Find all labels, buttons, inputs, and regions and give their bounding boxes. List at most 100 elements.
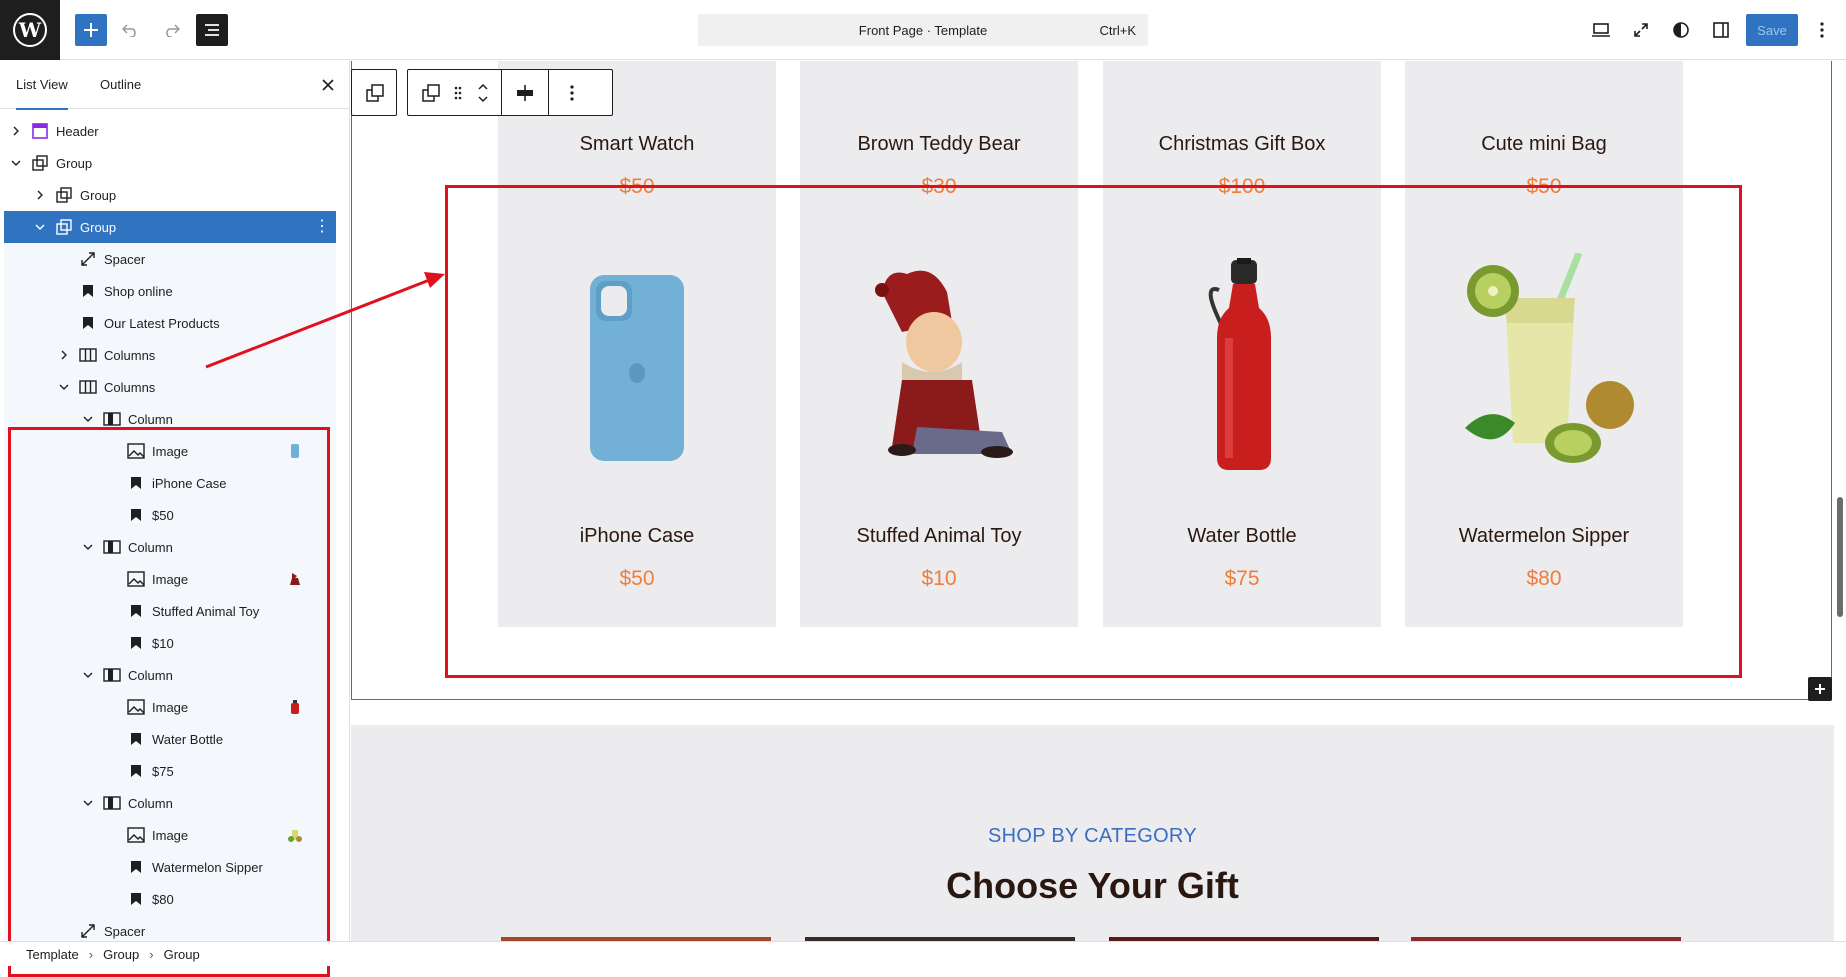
iphone-case-image[interactable] — [588, 273, 686, 463]
chevron-right-icon[interactable] — [8, 123, 24, 139]
command-palette-button[interactable]: Front Page · Template Ctrl+K — [698, 14, 1148, 46]
block-inserter-button[interactable] — [75, 14, 107, 46]
chevron-down-icon[interactable] — [8, 155, 24, 171]
image-icon — [126, 825, 146, 845]
list-item-group-selected[interactable]: Group ⋮ — [4, 211, 336, 243]
plus-icon — [1815, 684, 1825, 694]
list-item-image[interactable]: Image — [4, 435, 336, 467]
append-block-button[interactable] — [1808, 677, 1832, 701]
select-parent-button[interactable] — [352, 70, 398, 116]
undo-icon — [122, 24, 136, 37]
settings-sidebar-button[interactable] — [1705, 14, 1737, 46]
align-button[interactable] — [502, 70, 548, 116]
list-item-columns[interactable]: Columns — [4, 339, 336, 371]
bottle-thumbnail — [288, 699, 302, 715]
chevron-right-icon[interactable] — [32, 187, 48, 203]
list-item-heading[interactable]: Our Latest Products — [4, 307, 336, 339]
breadcrumb-item[interactable]: Group — [164, 947, 200, 962]
drag-handle[interactable] — [448, 70, 468, 116]
product-card[interactable]: Stuffed Animal Toy $10 — [800, 198, 1078, 627]
list-item-image[interactable]: Image — [4, 819, 336, 851]
group-icon — [366, 84, 384, 102]
list-item-column[interactable]: Column — [4, 659, 336, 691]
bookmark-icon — [78, 313, 98, 333]
wordpress-icon: W — [13, 13, 47, 47]
list-item-image[interactable]: Image — [4, 563, 336, 595]
list-item-heading[interactable]: Watermelon Sipper — [4, 851, 336, 883]
stuffed-toy-image[interactable] — [862, 262, 1022, 462]
chevron-down-icon[interactable] — [80, 667, 96, 683]
product-card[interactable]: Watermelon Sipper $80 — [1405, 198, 1683, 627]
tab-outline[interactable]: Outline — [100, 61, 141, 109]
watermelon-sipper-image[interactable] — [1455, 253, 1635, 483]
bookmark-icon — [126, 505, 146, 525]
editor-header: W Front Page · Template Ctrl+K Save — [0, 0, 1846, 60]
save-button[interactable]: Save — [1746, 14, 1798, 46]
toy-thumbnail — [288, 571, 302, 587]
list-view-sidebar: List View Outline Header Group Group Gro… — [0, 61, 350, 977]
zoom-out-button[interactable] — [1625, 14, 1657, 46]
list-item-heading[interactable]: $50 — [4, 499, 336, 531]
product-name: Watermelon Sipper — [1458, 525, 1630, 547]
list-item-heading[interactable]: Stuffed Animal Toy — [4, 595, 336, 627]
device-preview-button[interactable] — [1585, 14, 1617, 46]
product-card[interactable]: iPhone Case $50 — [498, 198, 776, 627]
list-item-heading[interactable]: Shop online — [4, 275, 336, 307]
list-item-image[interactable]: Image — [4, 691, 336, 723]
list-item-column[interactable]: Column — [4, 403, 336, 435]
list-item-spacer[interactable]: Spacer — [4, 243, 336, 275]
group-icon — [30, 153, 50, 173]
list-item-column[interactable]: Column — [4, 531, 336, 563]
more-vertical-icon[interactable]: ⋮ — [314, 215, 330, 239]
list-item-column[interactable]: Column — [4, 787, 336, 819]
list-item-heading[interactable]: $75 — [4, 755, 336, 787]
list-item-label: Columns — [104, 347, 156, 363]
chevron-down-icon[interactable] — [80, 411, 96, 427]
list-item-group[interactable]: Group — [4, 179, 336, 211]
undo-button[interactable] — [115, 14, 147, 46]
chevron-right-icon[interactable] — [56, 347, 72, 363]
tab-list-view[interactable]: List View — [16, 61, 68, 110]
scrollbar-thumb[interactable] — [1837, 497, 1843, 617]
chevron-up-down-icon — [478, 83, 488, 103]
options-menu-button[interactable] — [1806, 14, 1838, 46]
bookmark-icon — [78, 281, 98, 301]
list-item-columns[interactable]: Columns — [4, 371, 336, 403]
list-item-label: Shop online — [104, 283, 173, 299]
breadcrumb-item[interactable]: Group — [103, 947, 139, 962]
list-item-heading[interactable]: $10 — [4, 627, 336, 659]
list-item-label: Image — [152, 699, 189, 715]
list-item-heading[interactable]: $80 — [4, 883, 336, 915]
list-item-label: $10 — [152, 635, 174, 651]
bookmark-icon — [126, 601, 146, 621]
chevron-down-icon[interactable] — [80, 795, 96, 811]
laptop-icon — [1592, 23, 1610, 37]
chevron-down-icon[interactable] — [56, 379, 72, 395]
document-overview-button[interactable] — [196, 14, 228, 46]
list-item-heading[interactable]: iPhone Case — [4, 467, 336, 499]
group-icon — [54, 185, 74, 205]
list-item-label: iPhone Case — [152, 475, 227, 491]
styles-button[interactable] — [1665, 14, 1697, 46]
wordpress-logo-button[interactable]: W — [0, 0, 60, 60]
redo-button[interactable] — [155, 14, 187, 46]
close-sidebar-button[interactable] — [316, 73, 340, 97]
list-item-group[interactable]: Group — [4, 147, 336, 179]
canvas-scrollbar[interactable] — [1834, 61, 1846, 941]
breadcrumb-item[interactable]: Template — [26, 947, 79, 962]
chevron-down-icon[interactable] — [80, 539, 96, 555]
bookmark-icon — [126, 857, 146, 877]
chevron-down-icon[interactable] — [32, 219, 48, 235]
close-icon — [322, 79, 334, 91]
fullscreen-icon — [1634, 23, 1648, 37]
water-bottle-image[interactable] — [1193, 258, 1293, 478]
list-item-heading[interactable]: Water Bottle — [4, 723, 336, 755]
list-item-label: Column — [128, 539, 173, 555]
product-name: Stuffed Animal Toy — [856, 525, 1022, 547]
move-up-down-button[interactable] — [468, 70, 498, 116]
list-item-header[interactable]: Header — [4, 115, 336, 147]
list-item-label: Spacer — [104, 923, 146, 939]
product-card[interactable]: Water Bottle $75 — [1103, 198, 1381, 627]
block-options-button[interactable] — [549, 70, 595, 116]
product-name: Water Bottle — [1187, 525, 1297, 547]
